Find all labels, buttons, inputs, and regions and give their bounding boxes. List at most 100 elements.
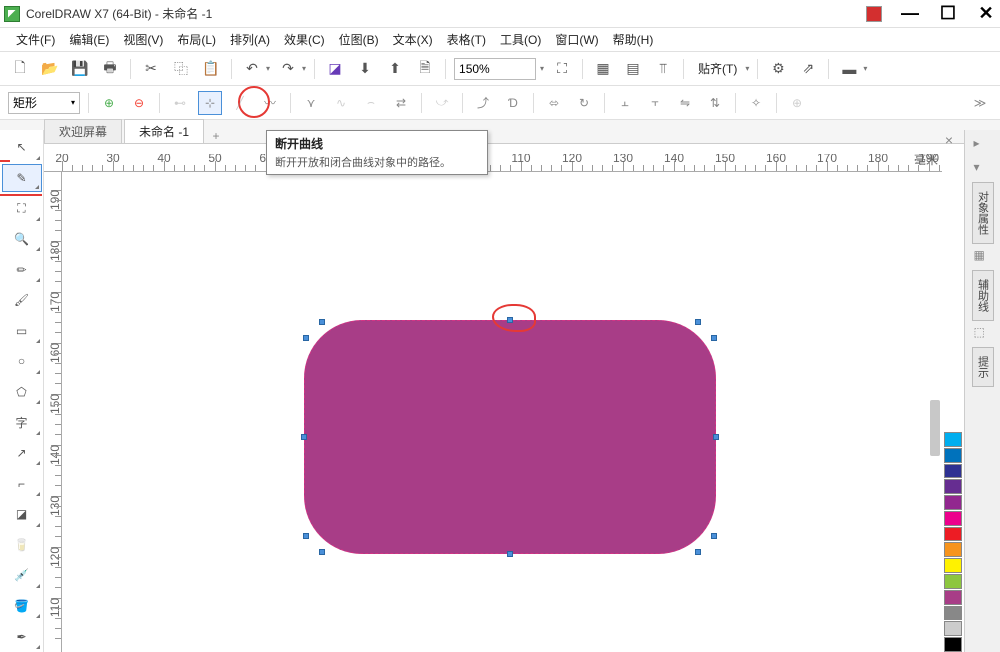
grid-icon[interactable]: ▤ — [621, 57, 645, 81]
align-h-icon[interactable]: ⫠ — [613, 91, 637, 115]
color-swatch[interactable] — [944, 464, 962, 479]
launch-icon[interactable]: ⇗ — [796, 57, 820, 81]
new-icon[interactable]: 🗋 — [8, 57, 32, 81]
fullscreen-icon[interactable]: ⛶ — [550, 57, 574, 81]
menu-help[interactable]: 帮助(H) — [607, 29, 660, 50]
import-icon[interactable]: ⬇ — [353, 57, 377, 81]
color-swatch[interactable] — [944, 574, 962, 589]
color-swatch[interactable] — [944, 432, 962, 447]
close-button[interactable]: ✕ — [976, 3, 996, 24]
color-swatch[interactable] — [944, 590, 962, 605]
search-icon[interactable]: ◪ — [323, 57, 347, 81]
menu-text[interactable]: 文本(X) — [387, 29, 439, 50]
undo-icon[interactable]: ↶ — [240, 57, 264, 81]
zoom-tool-icon[interactable]: 🔍 — [2, 225, 42, 254]
align-v-icon[interactable]: ⫟ — [643, 91, 667, 115]
add-node-icon[interactable]: ⊕ — [97, 91, 121, 115]
export-icon[interactable]: ⬆ — [383, 57, 407, 81]
to-curve-icon[interactable]: 〰 — [258, 91, 282, 115]
menu-tools[interactable]: 工具(O) — [494, 29, 547, 50]
paste-icon[interactable]: 📋 — [199, 57, 223, 81]
tab-welcome[interactable]: 欢迎屏幕 — [44, 119, 122, 143]
maximize-button[interactable]: ☐ — [938, 3, 958, 24]
connector-icon[interactable]: ⌐ — [2, 469, 42, 498]
tab-document[interactable]: 未命名 -1 — [124, 119, 204, 143]
user-icon[interactable] — [866, 6, 882, 22]
rotate-icon[interactable]: ↻ — [572, 91, 596, 115]
reflect-h-icon[interactable]: ⇋ — [673, 91, 697, 115]
options-icon[interactable]: ⚙ — [766, 57, 790, 81]
menu-arrange[interactable]: 排列(A) — [224, 29, 276, 50]
zoom-input[interactable] — [454, 58, 536, 80]
overflow-icon[interactable]: ≫ — [968, 91, 992, 115]
rounded-rectangle-shape[interactable] — [304, 320, 716, 554]
menu-effects[interactable]: 效果(C) — [278, 29, 331, 50]
color-swatch[interactable] — [944, 495, 962, 510]
reflect-v-icon[interactable]: ⇅ — [703, 91, 727, 115]
print-icon[interactable]: 🖶 — [98, 57, 122, 81]
docker-icon-2[interactable]: ▦ — [974, 248, 992, 266]
menu-layout[interactable]: 布局(L) — [171, 29, 222, 50]
eyedropper-icon[interactable]: 💉 — [2, 561, 42, 590]
extract-icon[interactable]: ⤴ — [471, 91, 495, 115]
polygon-tool-icon[interactable]: ⬠ — [2, 378, 42, 407]
transparency-icon[interactable]: 🥛 — [2, 531, 42, 560]
docker-hints[interactable]: 提示 — [972, 347, 994, 387]
color-swatch[interactable] — [944, 542, 962, 557]
rulers-icon[interactable]: ▦ — [591, 57, 615, 81]
artistic-media-icon[interactable]: 🖌 — [2, 286, 42, 315]
color-swatch[interactable] — [944, 606, 962, 621]
copy-icon[interactable]: ⿻ — [169, 57, 193, 81]
docker-arrow-icon[interactable]: ▸ — [974, 136, 992, 154]
vertical-scrollbar[interactable] — [930, 400, 940, 456]
menu-edit[interactable]: 编辑(E) — [63, 29, 115, 50]
publish-icon[interactable]: 🗎 — [413, 57, 437, 81]
reverse-icon[interactable]: ⇄ — [389, 91, 413, 115]
color-swatch[interactable] — [944, 621, 962, 636]
redo-icon[interactable]: ↷ — [276, 57, 300, 81]
color-swatch[interactable] — [944, 637, 962, 652]
menu-table[interactable]: 表格(T) — [441, 29, 492, 50]
close-docker-button[interactable]: × — [940, 132, 958, 150]
app-launcher-icon[interactable]: ▬ — [837, 57, 861, 81]
shape-selector[interactable]: 矩形▾ — [8, 92, 80, 114]
add-tab-button[interactable]: + — [206, 129, 226, 143]
freehand-tool-icon[interactable]: ✏ — [2, 255, 42, 284]
save-icon[interactable]: 💾 — [68, 57, 92, 81]
color-swatch[interactable] — [944, 527, 962, 542]
docker-icon-3[interactable]: ⬚ — [974, 325, 992, 343]
color-swatch[interactable] — [944, 479, 962, 494]
menu-file[interactable]: 文件(F) — [10, 29, 61, 50]
canvas[interactable] — [62, 172, 928, 638]
interactive-fill-icon[interactable]: 🪣 — [2, 592, 42, 621]
color-swatch[interactable] — [944, 558, 962, 573]
text-tool-icon[interactable]: 字 — [2, 408, 42, 437]
docker-object-properties[interactable]: 对象属性 — [972, 182, 994, 244]
snap-dropdown[interactable]: 贴齐(T) — [692, 58, 743, 79]
parallel-dim-icon[interactable]: ↗ — [2, 439, 42, 468]
menu-view[interactable]: 视图(V) — [117, 29, 169, 50]
shape-tool-icon[interactable]: ✎ — [2, 164, 42, 193]
open-icon[interactable]: 📂 — [38, 57, 62, 81]
rectangle-tool-icon[interactable]: ▭ — [2, 317, 42, 346]
docker-expand-icon[interactable]: ▾ — [974, 160, 992, 178]
stretch-icon[interactable]: ⬄ — [542, 91, 566, 115]
ellipse-tool-icon[interactable]: ○ — [2, 347, 42, 376]
crop-tool-icon[interactable]: ⛶ — [2, 194, 42, 223]
guides-icon[interactable]: ⫪ — [651, 57, 675, 81]
cusp-node-icon[interactable]: ⋎ — [299, 91, 323, 115]
break-curve-icon[interactable]: ⊹ — [198, 91, 222, 115]
cut-icon[interactable]: ✂ — [139, 57, 163, 81]
minimize-button[interactable]: — — [900, 3, 920, 24]
delete-node-icon[interactable]: ⊖ — [127, 91, 151, 115]
docker-guidelines[interactable]: 辅助线 — [972, 270, 994, 321]
elastic-icon[interactable]: ✧ — [744, 91, 768, 115]
menu-window[interactable]: 窗口(W) — [549, 29, 604, 50]
color-swatch[interactable] — [944, 511, 962, 526]
outline-icon[interactable]: ✒ — [2, 622, 42, 651]
drop-shadow-icon[interactable]: ◪ — [2, 500, 42, 529]
color-swatch[interactable] — [944, 448, 962, 463]
close-curve-icon[interactable]: Ɗ — [501, 91, 525, 115]
menu-bitmaps[interactable]: 位图(B) — [333, 29, 385, 50]
pick-tool-icon[interactable]: ↖ — [2, 133, 42, 162]
